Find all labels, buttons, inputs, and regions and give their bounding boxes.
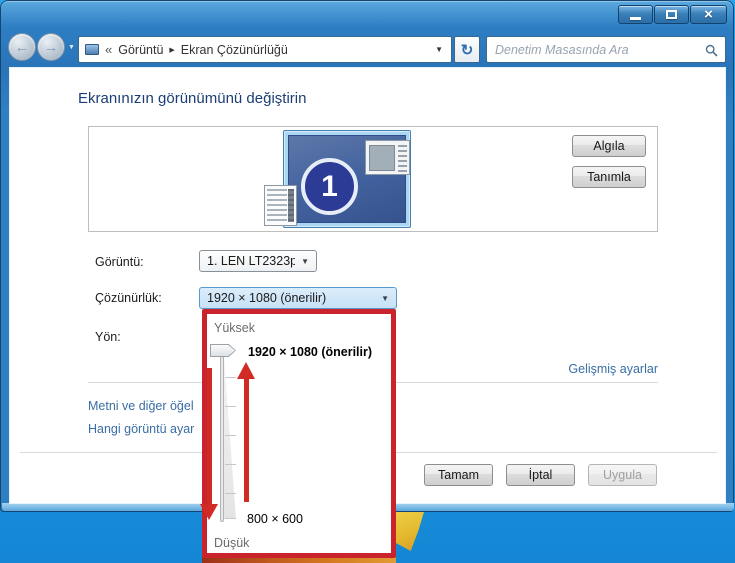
page-title: Ekranınızın görünümünü değiştirin bbox=[78, 90, 306, 107]
identify-button[interactable]: Tanımla bbox=[572, 166, 646, 188]
breadcrumb-item-goruntu[interactable]: Görüntü bbox=[118, 43, 163, 57]
window-thumbnail-icon bbox=[365, 140, 410, 175]
search-input[interactable] bbox=[495, 43, 701, 57]
breadcrumb-overflow-chevrons[interactable]: « bbox=[105, 42, 112, 57]
search-box[interactable] bbox=[486, 36, 726, 63]
display-label: Görüntü: bbox=[95, 255, 144, 269]
minimize-icon bbox=[630, 17, 641, 20]
display-dropdown[interactable]: 1. LEN LT2323pwA ▼ bbox=[199, 250, 317, 272]
back-arrow-icon: ← bbox=[15, 39, 30, 56]
breadcrumb-separator-icon: ▶ bbox=[169, 46, 174, 54]
list-window-thumbnail-icon bbox=[264, 185, 297, 226]
monitor-1-preview[interactable]: 1 bbox=[283, 130, 411, 228]
annotation-down-arrow bbox=[207, 368, 212, 505]
refresh-icon: ↻ bbox=[461, 41, 474, 59]
thumbnail-list-lines bbox=[267, 189, 287, 222]
chevron-down-icon: ▼ bbox=[381, 294, 389, 303]
annotation-up-arrow bbox=[244, 378, 249, 502]
advanced-settings-link[interactable]: Gelişmiş ayarlar bbox=[568, 362, 658, 376]
annotation-down-arrowhead-icon bbox=[200, 504, 218, 520]
forward-arrow-icon: → bbox=[44, 39, 59, 56]
thumbnail-content bbox=[369, 145, 395, 171]
forward-button[interactable]: → bbox=[37, 33, 65, 61]
address-bar[interactable]: « Görüntü ▶ Ekran Çözünürlüğü ▼ bbox=[78, 36, 452, 63]
address-dropdown-icon[interactable]: ▼ bbox=[435, 45, 445, 54]
resolution-label: Çözünürlük: bbox=[95, 291, 162, 305]
annotation-up-arrowhead-icon bbox=[237, 362, 255, 379]
display-dropdown-value: 1. LEN LT2323pwA bbox=[207, 254, 295, 268]
history-dropdown-icon[interactable]: ▼ bbox=[68, 44, 75, 51]
thumbnail-lines bbox=[398, 145, 407, 172]
thumbnail-list-column bbox=[288, 189, 294, 222]
resolution-dropdown-value: 1920 × 1080 (önerilir) bbox=[207, 291, 375, 305]
text-size-link[interactable]: Metni ve diğer öğel bbox=[88, 399, 194, 413]
cancel-button[interactable]: İptal bbox=[506, 464, 575, 486]
refresh-button[interactable]: ↻ bbox=[454, 36, 480, 63]
minimize-button[interactable] bbox=[618, 5, 653, 24]
close-icon: × bbox=[704, 7, 713, 22]
display-monitor-icon bbox=[85, 44, 99, 55]
detect-button[interactable]: Algıla bbox=[572, 135, 646, 157]
orientation-label: Yön: bbox=[95, 330, 121, 344]
apply-button-disabled[interactable]: Uygula bbox=[588, 464, 657, 486]
search-icon bbox=[705, 44, 718, 57]
resolution-dropdown[interactable]: 1920 × 1080 (önerilir) ▼ bbox=[199, 287, 397, 309]
which-display-link[interactable]: Hangi görüntü ayar bbox=[88, 422, 194, 436]
maximize-button[interactable] bbox=[654, 5, 689, 24]
ok-button[interactable]: Tamam bbox=[424, 464, 493, 486]
monitor-number-badge: 1 bbox=[301, 158, 358, 215]
close-button[interactable]: × bbox=[690, 5, 727, 24]
maximize-icon bbox=[666, 10, 677, 19]
back-button[interactable]: ← bbox=[8, 33, 36, 61]
annotation-red-rectangle bbox=[202, 309, 396, 558]
chevron-down-icon: ▼ bbox=[301, 257, 309, 266]
breadcrumb-item-ekran-cozunurlugu[interactable]: Ekran Çözünürlüğü bbox=[181, 43, 288, 57]
